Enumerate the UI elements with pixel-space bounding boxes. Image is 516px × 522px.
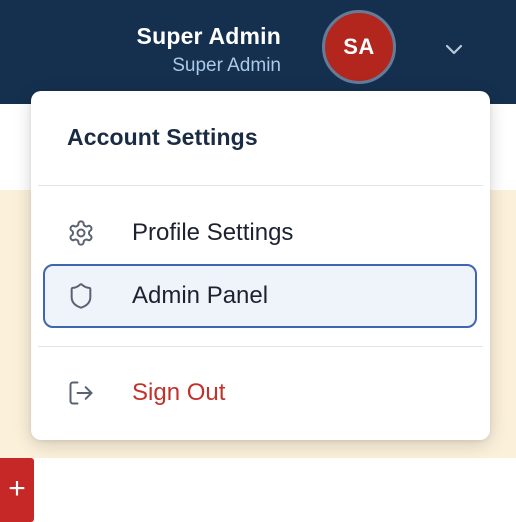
divider — [38, 185, 483, 186]
dropdown-title: Account Settings — [67, 124, 258, 150]
user-name: Super Admin — [136, 23, 281, 49]
menu-item-profile-settings[interactable]: Profile Settings — [43, 201, 477, 265]
gear-icon — [69, 220, 93, 246]
menu-item-admin-panel[interactable]: Admin Panel — [43, 264, 477, 328]
menu-item-label: Admin Panel — [132, 282, 269, 309]
menu-item-sign-out[interactable]: Sign Out — [43, 361, 477, 425]
add-button[interactable]: + — [0, 458, 34, 522]
user-info: Super Admin Super Admin — [137, 22, 281, 78]
user-role: Super Admin — [172, 55, 281, 76]
avatar-initials: SA — [343, 34, 375, 59]
shield-icon — [70, 283, 92, 309]
chevron-down-icon[interactable] — [443, 38, 465, 60]
top-header: Super Admin Super Admin SA — [0, 0, 516, 104]
menu-item-label: Profile Settings — [132, 219, 294, 246]
avatar[interactable]: SA — [322, 10, 396, 84]
sign-out-icon — [69, 381, 93, 405]
account-dropdown-menu: Account Settings Profile Settings Admin … — [31, 91, 490, 440]
menu-item-label: Sign Out — [132, 379, 226, 406]
divider — [38, 346, 483, 347]
